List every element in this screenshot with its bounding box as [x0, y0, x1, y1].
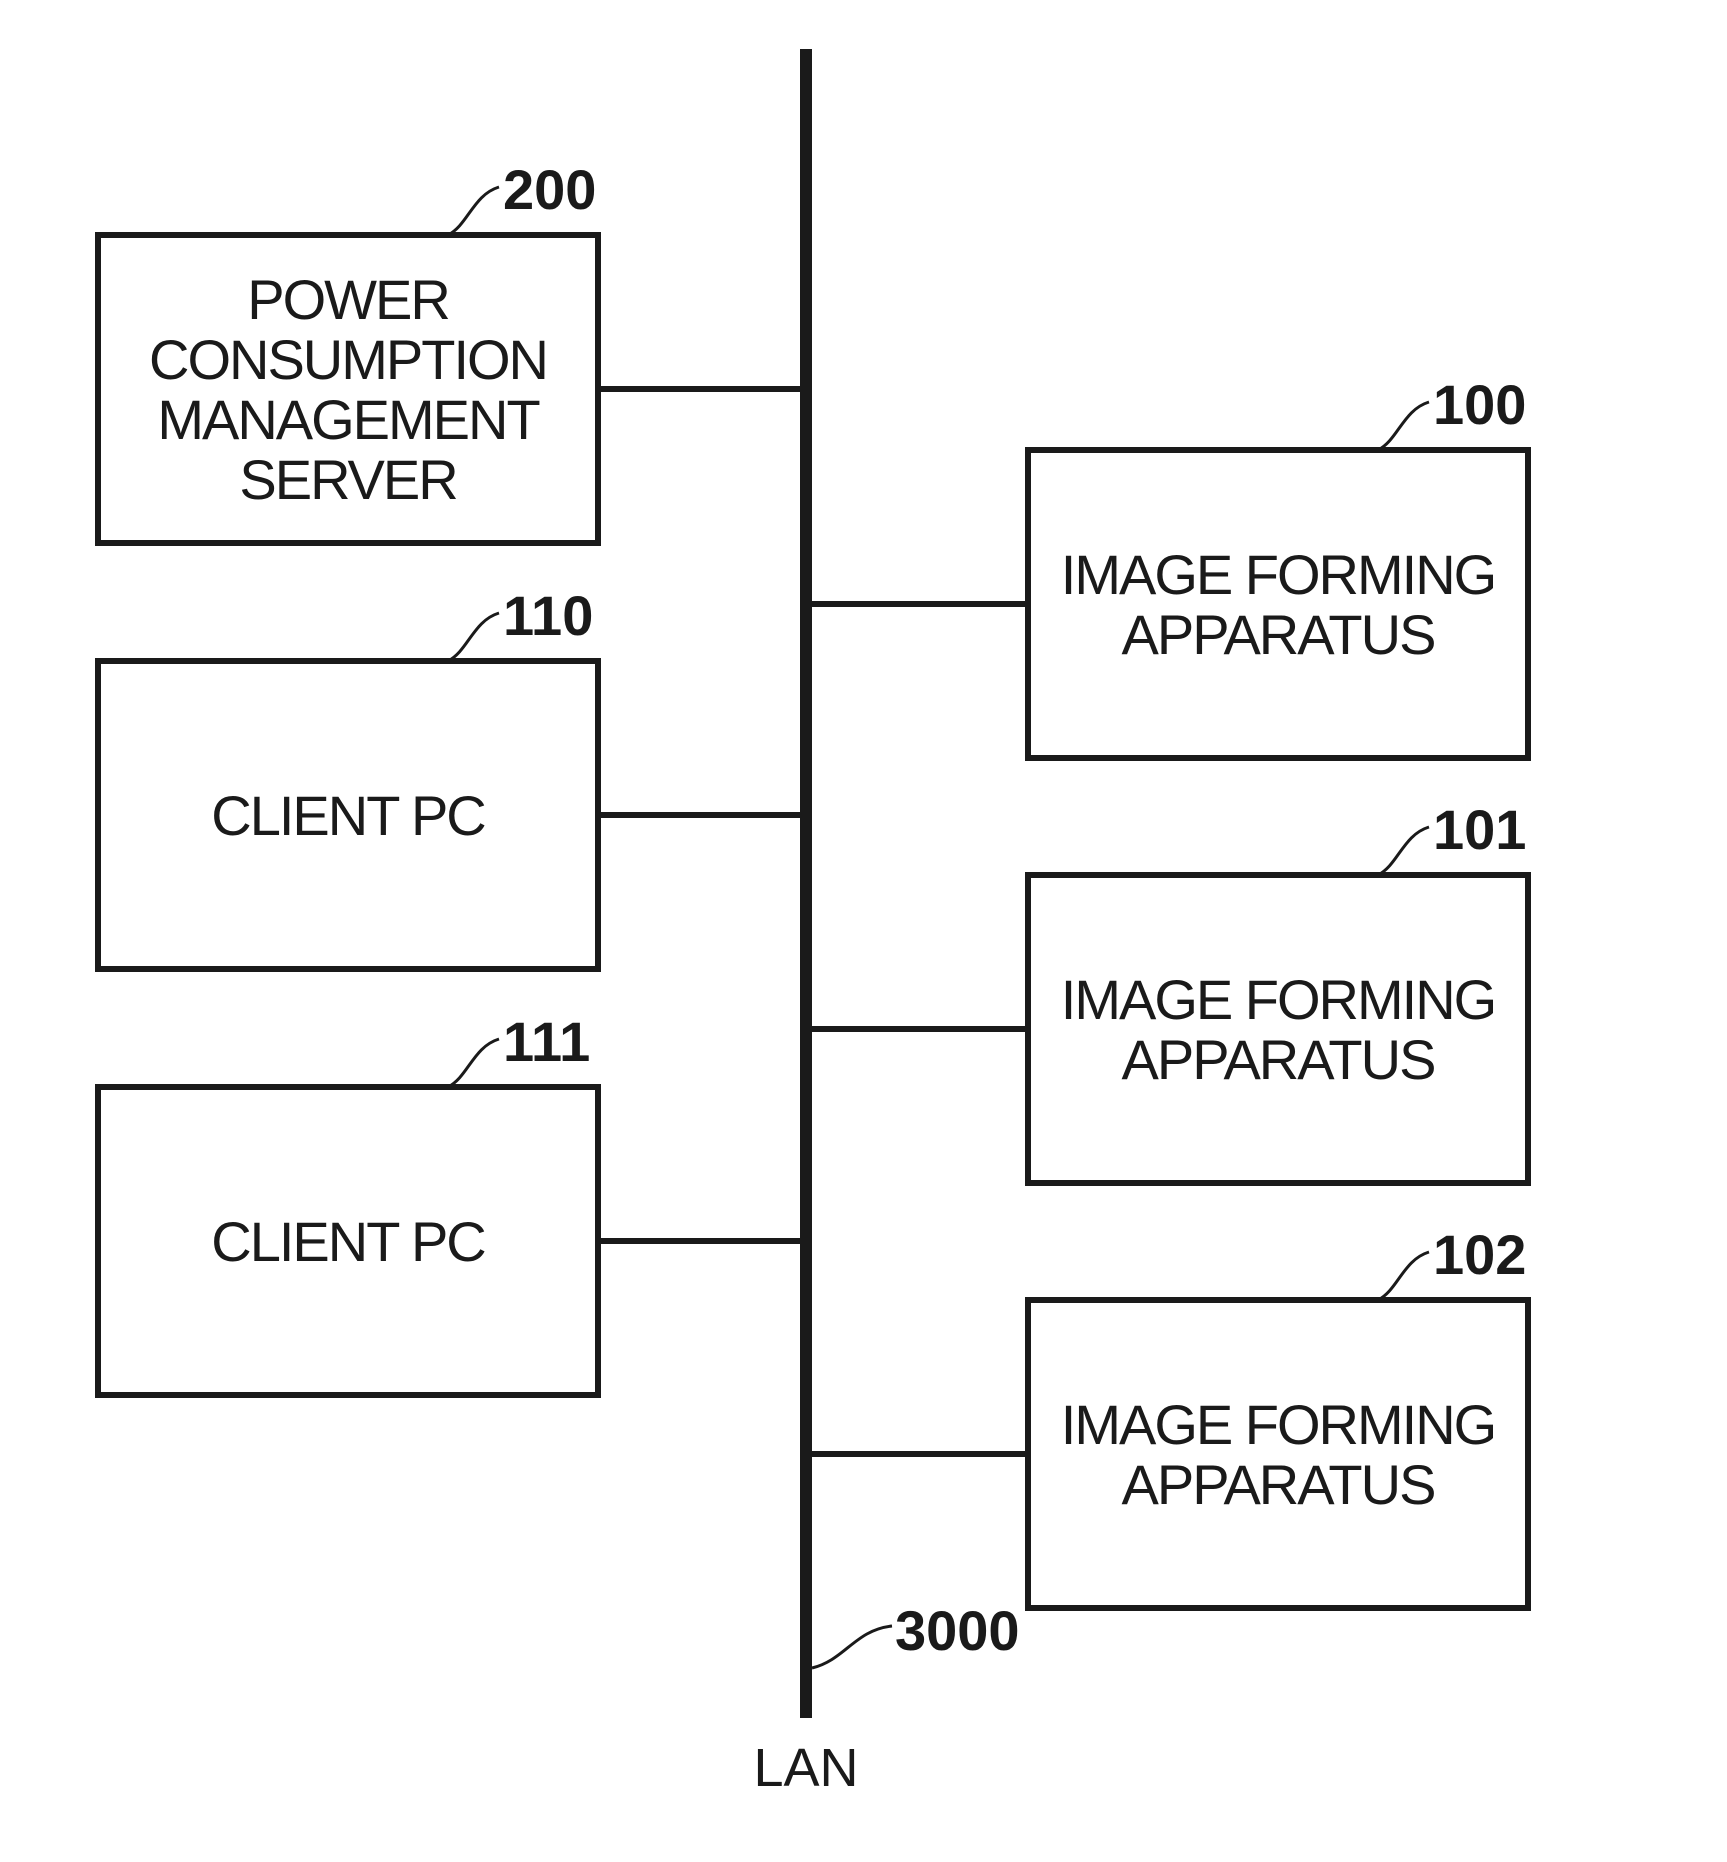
- node-200-label-line: MANAGEMENT: [157, 388, 539, 451]
- node-200-ref-number: 200: [503, 158, 596, 221]
- node-200-ref-leader: [447, 185, 500, 237]
- node-111-node: CLIENT PC 111: [95, 1010, 806, 1398]
- node-101-label-line: APPARATUS: [1122, 1028, 1435, 1091]
- node-101-ref-number: 101: [1433, 798, 1526, 861]
- node-102-label-line: IMAGE FORMING: [1061, 1393, 1495, 1456]
- lan-ref-label: 3000: [895, 1599, 1020, 1662]
- node-200-node: POWERCONSUMPTIONMANAGEMENTSERVER 200: [95, 158, 806, 546]
- node-100-ref-number: 100: [1433, 373, 1526, 436]
- node-111-ref-leader: [447, 1037, 500, 1089]
- node-102-label-line: APPARATUS: [1122, 1453, 1435, 1516]
- node-101-label-line: IMAGE FORMING: [1061, 968, 1495, 1031]
- node-200-label-line: SERVER: [239, 448, 456, 511]
- node-100-label-line: APPARATUS: [1122, 603, 1435, 666]
- node-110-node: CLIENT PC 110: [95, 584, 806, 972]
- lan-label: LAN: [753, 1738, 858, 1798]
- node-200-label-line: CONSUMPTION: [149, 328, 547, 391]
- network-diagram: 3000 LAN POWERCONSUMPTIONMANAGEMENTSERVE…: [95, 49, 1531, 1798]
- node-101-node: IMAGE FORMINGAPPARATUS 101: [806, 798, 1531, 1186]
- node-110-ref-number: 110: [503, 584, 593, 647]
- node-102-node: IMAGE FORMINGAPPARATUS 102: [806, 1223, 1531, 1611]
- node-100-ref-leader: [1377, 400, 1430, 452]
- lan-ref-leader: [811, 1624, 893, 1670]
- node-200-label-line: POWER: [247, 268, 449, 331]
- node-101-ref-leader: [1377, 825, 1430, 877]
- node-110-ref-leader: [447, 611, 500, 663]
- node-111-ref-number: 111: [503, 1010, 590, 1073]
- node-100-label-line: IMAGE FORMING: [1061, 543, 1495, 606]
- node-102-ref-leader: [1377, 1250, 1430, 1302]
- node-111-label-line: CLIENT PC: [211, 1210, 485, 1273]
- node-102-ref-number: 102: [1433, 1223, 1526, 1286]
- node-110-label-line: CLIENT PC: [211, 784, 485, 847]
- node-100-node: IMAGE FORMINGAPPARATUS 100: [806, 373, 1531, 761]
